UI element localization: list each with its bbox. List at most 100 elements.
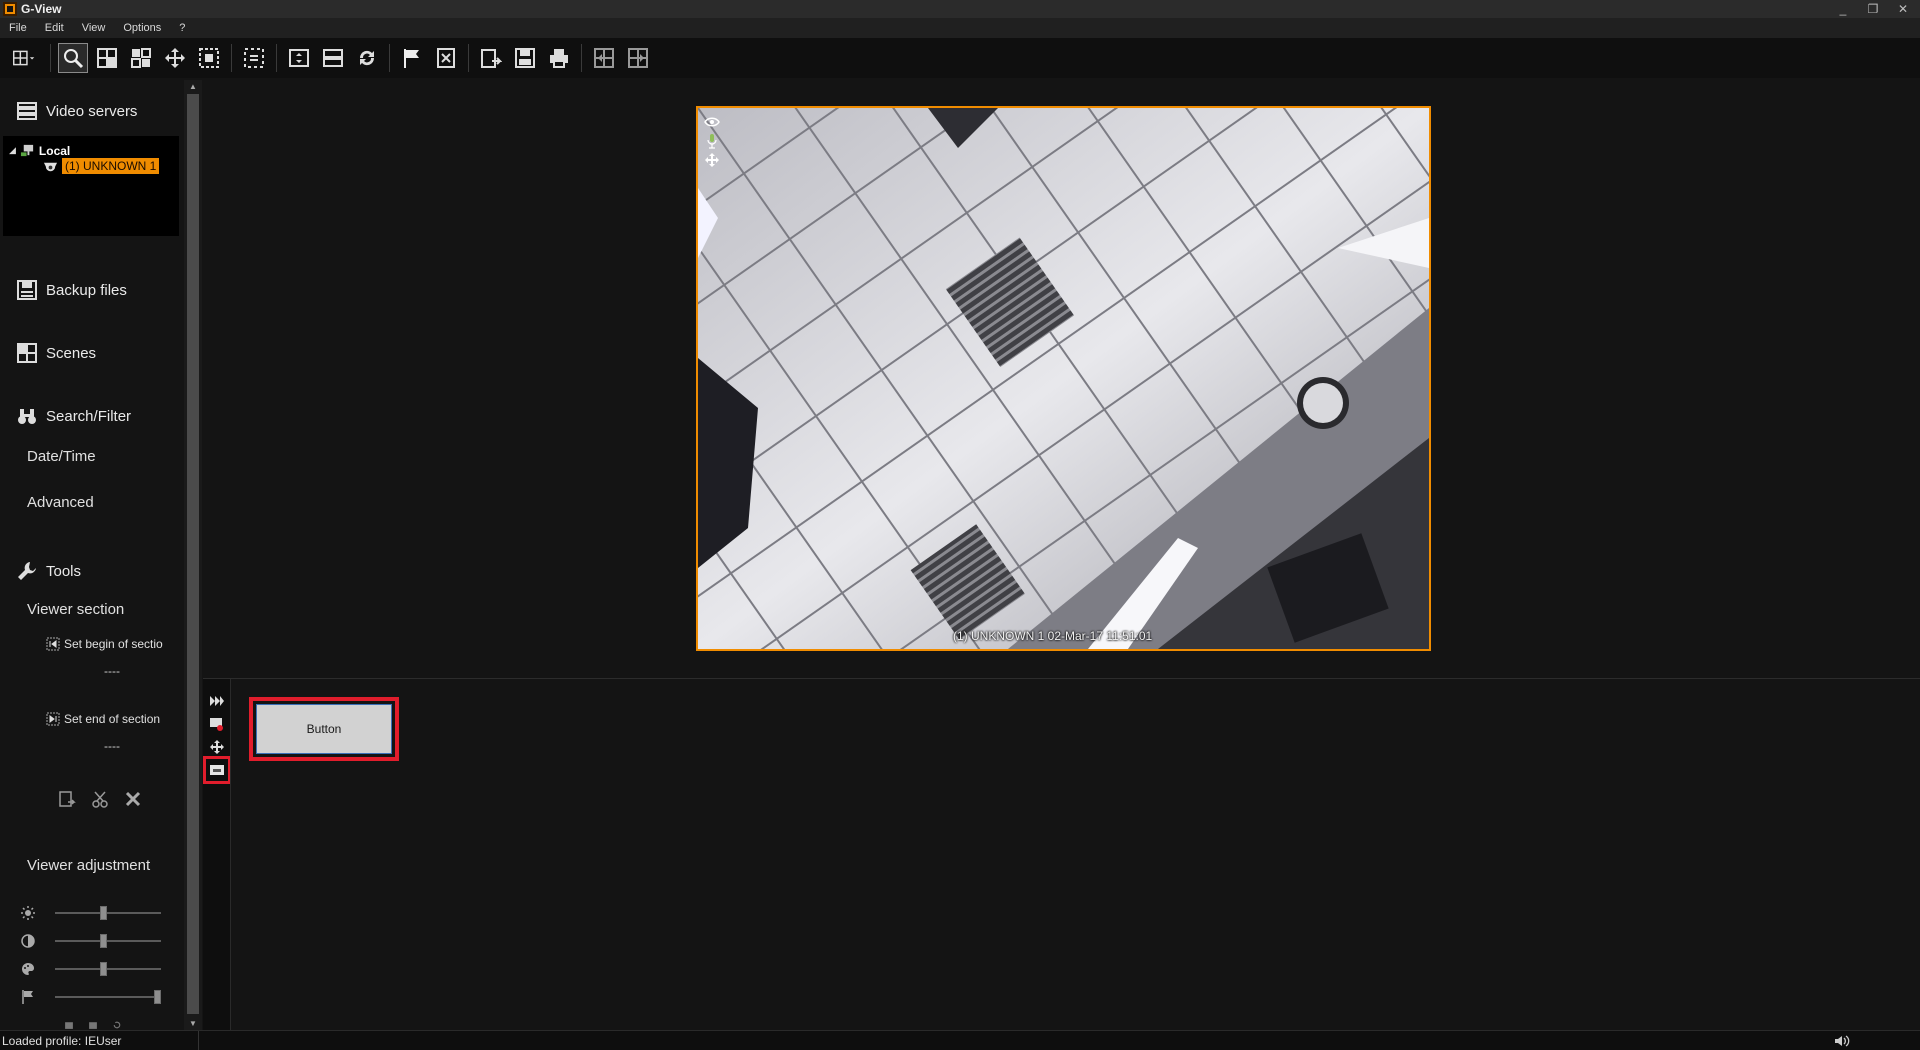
search-filter-header[interactable]: Search/Filter bbox=[16, 405, 131, 427]
tree-node-camera-label: (1) UNKNOWN 1 bbox=[62, 158, 160, 174]
export-button[interactable] bbox=[476, 43, 506, 73]
color-thumb[interactable] bbox=[100, 962, 107, 976]
button-widget-tool[interactable] bbox=[203, 756, 231, 784]
export-clip-button[interactable] bbox=[431, 43, 461, 73]
fullscreen-button[interactable] bbox=[284, 43, 314, 73]
close-button[interactable]: ✕ bbox=[1892, 2, 1914, 16]
save-preset-icon[interactable] bbox=[86, 1020, 100, 1030]
layout-next-button[interactable] bbox=[623, 43, 653, 73]
tools-header[interactable]: Tools bbox=[16, 560, 81, 582]
status-divider bbox=[198, 1031, 199, 1050]
zoom-button[interactable] bbox=[58, 43, 88, 73]
binoculars-icon bbox=[18, 409, 36, 424]
load-preset-icon[interactable] bbox=[62, 1020, 76, 1030]
menu-help[interactable]: ? bbox=[170, 22, 194, 34]
wrench-icon bbox=[18, 562, 36, 580]
move-arrows-icon bbox=[165, 48, 185, 68]
toolbar-separator bbox=[276, 44, 277, 72]
view-overlay-icons bbox=[704, 114, 720, 168]
highlighted-button-frame: Button bbox=[249, 697, 399, 761]
menu-edit[interactable]: Edit bbox=[36, 22, 73, 34]
printer-icon bbox=[550, 49, 568, 68]
set-end-label: Set end of section bbox=[64, 712, 161, 726]
camera-caption: (1) UNKNOWN 1 02-Mar-17 11:51:01 bbox=[953, 629, 1153, 643]
network-computer-icon bbox=[20, 144, 34, 157]
restore-button[interactable]: ❐ bbox=[1862, 2, 1884, 16]
move-small-icon bbox=[210, 740, 224, 754]
split-view-button[interactable] bbox=[318, 43, 348, 73]
date-time-item[interactable]: Date/Time bbox=[27, 448, 96, 465]
marker-slider[interactable] bbox=[55, 990, 161, 1004]
sync-arrows-icon bbox=[359, 50, 375, 66]
g-view-app: G-View _ ❐ ✕ File Edit View Options ? Vi… bbox=[0, 0, 1920, 1050]
fast-forward-button[interactable] bbox=[206, 690, 228, 712]
eye-icon[interactable] bbox=[704, 114, 720, 130]
contrast-thumb[interactable] bbox=[100, 934, 107, 948]
audio-toggle[interactable] bbox=[1834, 1033, 1850, 1050]
minimize-button[interactable]: _ bbox=[1832, 2, 1854, 16]
contrast-slider[interactable] bbox=[55, 934, 161, 948]
camera-alarm-button[interactable] bbox=[206, 713, 228, 735]
scenes-header[interactable]: Scenes bbox=[16, 342, 96, 364]
tree-node-camera[interactable]: (1) UNKNOWN 1 bbox=[43, 158, 160, 174]
menu-options[interactable]: Options bbox=[114, 22, 170, 34]
camera-view[interactable]: (1) UNKNOWN 1 02-Mar-17 11:51:01 bbox=[696, 106, 1431, 651]
layout-prev-button[interactable] bbox=[589, 43, 619, 73]
scroll-up-icon[interactable]: ▲ bbox=[188, 82, 198, 91]
floppy-icon bbox=[515, 48, 535, 68]
tree-node-local[interactable]: ◢ Local bbox=[9, 143, 70, 158]
fit-frame-icon bbox=[199, 48, 219, 68]
palette-icon bbox=[22, 963, 35, 975]
dashed-select-icon bbox=[244, 48, 264, 68]
microphone-icon[interactable] bbox=[704, 133, 720, 149]
brightness-slider[interactable] bbox=[55, 906, 161, 920]
color-slider[interactable] bbox=[55, 962, 161, 976]
set-end-section-button[interactable]: Set end of section bbox=[46, 712, 160, 726]
section-end-value: ---- bbox=[104, 739, 120, 753]
toolbar-separator bbox=[581, 44, 582, 72]
sidebar-scrollbar[interactable]: ▲ ▼ bbox=[184, 80, 202, 1030]
refresh-button[interactable] bbox=[352, 43, 382, 73]
backup-floppy-icon bbox=[17, 280, 37, 300]
split-horizontal-icon bbox=[323, 49, 343, 67]
scissors-doc-icon bbox=[437, 48, 455, 68]
brightness-thumb[interactable] bbox=[100, 906, 107, 920]
section-end-icon bbox=[46, 712, 60, 726]
scrollbar-thumb[interactable] bbox=[187, 94, 199, 1014]
export-section-icon[interactable] bbox=[58, 790, 76, 808]
scenes-label: Scenes bbox=[46, 344, 97, 362]
button-widget-icon bbox=[210, 765, 224, 775]
save-button[interactable] bbox=[510, 43, 540, 73]
fit-view-button[interactable] bbox=[194, 43, 224, 73]
menu-view[interactable]: View bbox=[73, 22, 115, 34]
adjustment-tools bbox=[62, 1020, 124, 1030]
menu-file[interactable]: File bbox=[0, 22, 36, 34]
cut-section-icon[interactable] bbox=[91, 790, 109, 808]
reset-preset-icon[interactable] bbox=[110, 1020, 124, 1030]
select-region-button[interactable] bbox=[239, 43, 269, 73]
advanced-item[interactable]: Advanced bbox=[27, 494, 94, 511]
custom-action-button[interactable]: Button bbox=[256, 704, 392, 754]
brightness-icon bbox=[21, 906, 35, 920]
scroll-down-icon[interactable]: ▼ bbox=[188, 1019, 198, 1028]
print-button[interactable] bbox=[544, 43, 574, 73]
backup-files-header[interactable]: Backup files bbox=[16, 279, 127, 301]
flag-icon bbox=[404, 49, 419, 68]
app-logo-icon bbox=[3, 2, 17, 16]
pan-button[interactable] bbox=[160, 43, 190, 73]
ptz-move-icon[interactable] bbox=[704, 152, 720, 168]
marker-thumb[interactable] bbox=[154, 990, 161, 1004]
ptz-button[interactable] bbox=[206, 736, 228, 758]
camera-image bbox=[698, 108, 1429, 649]
fullscreen-icon bbox=[289, 49, 309, 67]
mark-button[interactable] bbox=[397, 43, 427, 73]
layout-dropdown-button[interactable] bbox=[5, 43, 43, 73]
toolbar-separator bbox=[468, 44, 469, 72]
delete-section-icon[interactable] bbox=[124, 790, 142, 808]
video-servers-header[interactable]: Video servers bbox=[16, 100, 137, 122]
window-controls: _ ❐ ✕ bbox=[1832, 0, 1914, 18]
toolbar-separator bbox=[231, 44, 232, 72]
set-begin-section-button[interactable]: Set begin of sectio bbox=[46, 637, 163, 651]
zoom-in-area-button[interactable] bbox=[92, 43, 122, 73]
zoom-out-area-button[interactable] bbox=[126, 43, 156, 73]
